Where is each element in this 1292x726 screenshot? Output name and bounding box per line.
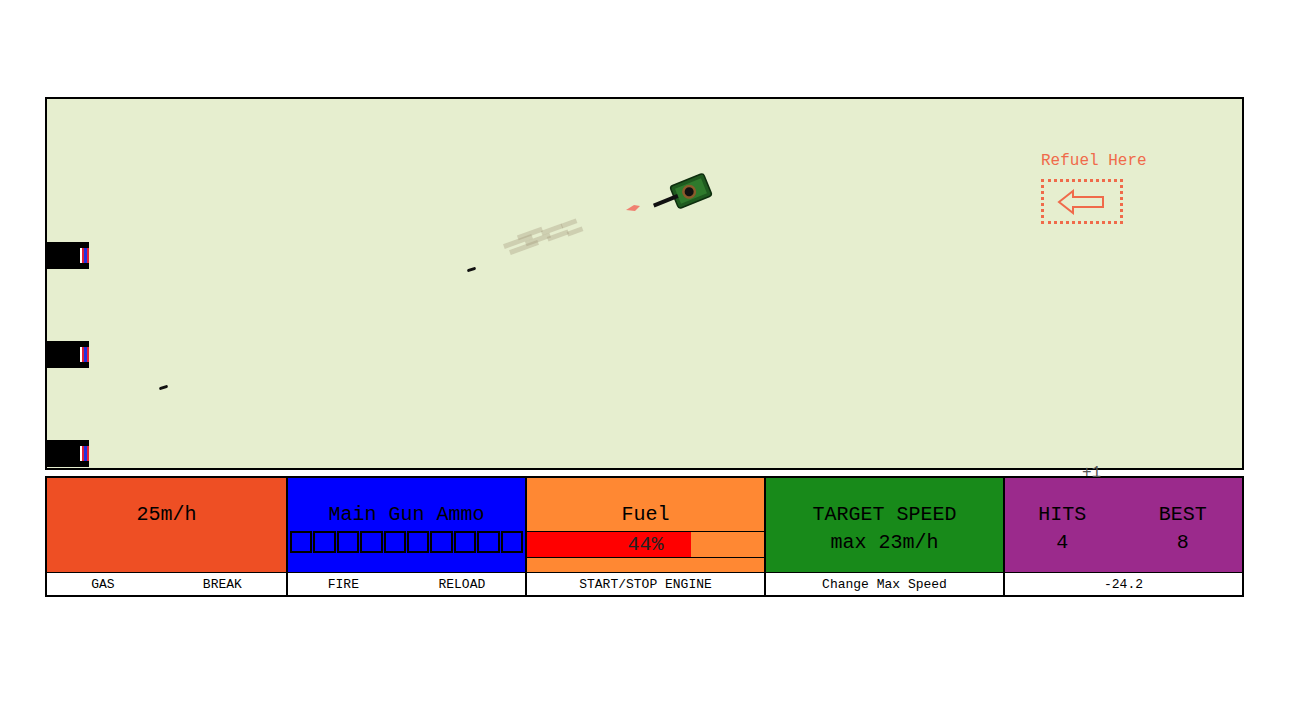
control-button[interactable]: BREAK (203, 577, 242, 592)
control-button[interactable]: FIRE (328, 577, 359, 592)
ammo-slot (430, 531, 452, 553)
stat: HITS4 (1005, 503, 1124, 555)
control-button[interactable]: Change Max Speed (822, 577, 947, 592)
panel-title: TARGET SPEED (812, 503, 956, 527)
panel-controls: START/STOP ENGINE (527, 572, 764, 595)
control-button[interactable]: START/STOP ENGINE (579, 577, 712, 592)
control-button[interactable]: GAS (91, 577, 114, 592)
panel-subtitle: max 23m/h (830, 531, 938, 555)
control-button[interactable]: RELOAD (438, 577, 485, 592)
stat: BEST8 (1124, 503, 1243, 555)
speed-panel: 25m/h (47, 478, 286, 572)
panel-title: Fuel (621, 503, 669, 527)
panel-controls: FIRE RELOAD (288, 572, 525, 595)
panel: HITS4BEST8 -24.2 (1003, 478, 1242, 595)
ammo-slot (290, 531, 312, 553)
refuel-zone: Refuel Here (1041, 151, 1147, 224)
panel-controls: GAS BREAK (47, 572, 286, 595)
ammo-slot (313, 531, 335, 553)
battlefield[interactable]: Refuel Here (45, 97, 1244, 470)
dust-trail (561, 218, 578, 228)
ammo-slot (407, 531, 429, 553)
target-dock (47, 440, 89, 467)
ammo-slot (501, 531, 523, 553)
refuel-label: Refuel Here (1041, 151, 1147, 171)
ammo-slot (454, 531, 476, 553)
ammo-panel: Main Gun Ammo (288, 478, 525, 572)
target-dock (47, 242, 89, 269)
panel: 25m/h GAS BREAK (47, 478, 286, 595)
ammo-slot (477, 531, 499, 553)
game-screen: Refuel Here +1 25m/h GAS BREAK Main Gun Ammo F… (0, 0, 1292, 726)
control-button[interactable]: -24.2 (1104, 577, 1143, 592)
control-panel: 25m/h GAS BREAK Main Gun Ammo FIRE RELOAD Fuel… (45, 476, 1244, 597)
fuel-bar: 44% (527, 531, 764, 558)
fuel-panel: Fuel 44% (527, 478, 764, 572)
panel: TARGET SPEED max 23m/h Change Max Speed (764, 478, 1003, 595)
panel-title: 25m/h (136, 503, 196, 527)
panel: Fuel 44% START/STOP ENGINE (525, 478, 764, 595)
panel-title: Main Gun Ammo (328, 503, 484, 527)
ammo-slots (288, 531, 525, 553)
panel-controls: -24.2 (1005, 572, 1242, 595)
score-popup: +1 (1082, 464, 1101, 482)
panel-controls: Change Max Speed (766, 572, 1003, 595)
target-dock (47, 341, 89, 368)
shell (159, 385, 168, 391)
panel: Main Gun Ammo FIRE RELOAD (286, 478, 525, 595)
dust-trail (567, 226, 584, 236)
target-panel: TARGET SPEED max 23m/h (766, 478, 1003, 572)
ammo-slot (384, 531, 406, 553)
tank-icon[interactable] (651, 169, 715, 213)
score-panel: HITS4BEST8 (1005, 478, 1242, 572)
left-arrow-icon (1057, 189, 1107, 215)
muzzle-flash-icon (625, 203, 641, 213)
ammo-slot (360, 531, 382, 553)
ammo-slot (337, 531, 359, 553)
shell (467, 267, 476, 273)
refuel-pad (1041, 179, 1123, 224)
